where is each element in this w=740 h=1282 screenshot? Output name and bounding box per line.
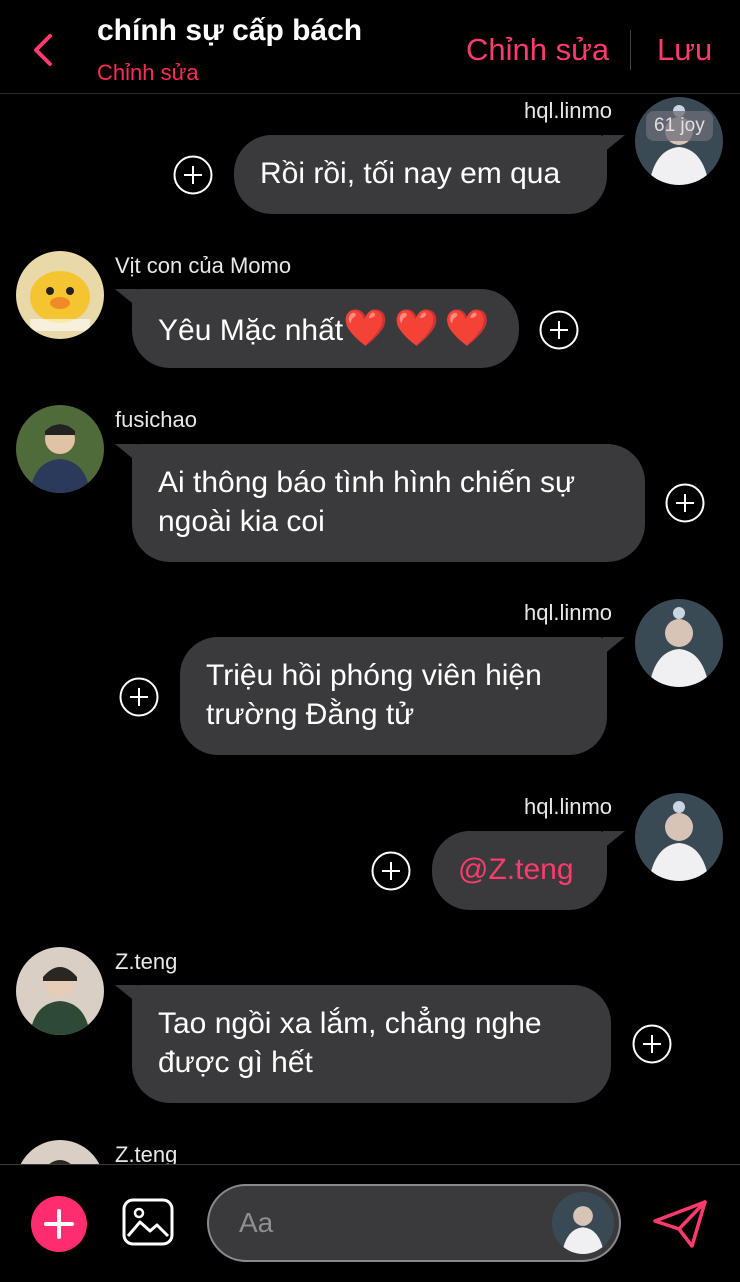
sender-name: fusichao [115, 407, 197, 432]
message-bubble[interactable]: @Z.teng [432, 831, 607, 910]
bubble-tail [603, 831, 625, 849]
header-divider [630, 30, 631, 70]
mention-link[interactable]: @Z.teng [458, 853, 574, 886]
message-line: Triệu hồi phóng viên hiện [206, 659, 542, 692]
sender-name: Z.teng [115, 949, 178, 974]
message-text: Rồi rồi, tối nay em qua [260, 157, 561, 190]
add-reaction-icon[interactable] [173, 155, 213, 195]
send-icon[interactable] [652, 1199, 708, 1249]
sender-name: hql.linmo [524, 600, 613, 625]
message-input-wrapper [207, 1184, 621, 1262]
plus-icon [44, 1209, 74, 1239]
avatar[interactable] [635, 793, 723, 881]
message-line: Ai thông báo tình hình chiến sự [158, 466, 576, 499]
add-reaction-icon[interactable] [371, 851, 411, 891]
message-line: được gì hết [158, 1046, 313, 1079]
status-badge: 61 joy [646, 111, 713, 141]
avatar[interactable] [552, 1192, 614, 1254]
message-bubble[interactable]: Tao ngồi xa lắm, chẳng nghe được gì hết [132, 985, 611, 1103]
message-input[interactable] [237, 1202, 531, 1244]
sender-name: hql.linmo [524, 98, 613, 123]
avatar[interactable] [16, 1140, 104, 1164]
edit-button[interactable]: Chỉnh sửa [466, 32, 609, 68]
avatar[interactable] [16, 405, 104, 493]
message-bubble[interactable]: Rồi rồi, tối nay em qua [234, 135, 607, 214]
avatar[interactable] [16, 947, 104, 1035]
message-list[interactable]: hql.linmo 61 joy Rồi rồi, tối nay em qua… [0, 94, 740, 1164]
avatar[interactable] [16, 251, 104, 339]
add-button[interactable] [31, 1196, 87, 1252]
back-chevron-icon[interactable] [30, 32, 58, 68]
add-reaction-icon[interactable] [632, 1024, 672, 1064]
add-reaction-icon[interactable] [119, 677, 159, 717]
avatar[interactable] [635, 599, 723, 687]
message-line: trường Đằng tử [206, 698, 415, 731]
message-line: ngoài kia coi [158, 505, 325, 538]
message-bubble[interactable]: Yêu Mặc nhất❤️❤️❤️ [132, 289, 519, 368]
add-reaction-icon[interactable] [665, 483, 705, 523]
add-reaction-icon[interactable] [539, 310, 579, 350]
save-button[interactable]: Lưu [657, 32, 712, 68]
chat-subtitle[interactable]: Chỉnh sửa [97, 60, 199, 86]
bubble-tail [603, 135, 625, 153]
message-text: Yêu Mặc nhất [158, 314, 344, 347]
sender-name: hql.linmo [524, 794, 613, 819]
sender-name: Vịt con của Momo [115, 253, 292, 278]
message-bubble[interactable]: Ai thông báo tình hình chiến sự ngoài ki… [132, 444, 645, 562]
chat-header: chính sự cấp bách Chỉnh sửa Chỉnh sửa Lư… [0, 0, 740, 94]
image-icon[interactable] [122, 1198, 174, 1246]
message-bubble[interactable]: Triệu hồi phóng viên hiện trường Đằng tử [180, 637, 607, 755]
chat-title: chính sự cấp bách [97, 14, 363, 47]
sender-name: Z.teng [115, 1142, 178, 1164]
bubble-tail [603, 637, 625, 655]
heart-emoji: ❤️❤️❤️ [343, 307, 496, 348]
composer-bar [0, 1164, 740, 1282]
message-line: Tao ngồi xa lắm, chẳng nghe [158, 1007, 542, 1040]
